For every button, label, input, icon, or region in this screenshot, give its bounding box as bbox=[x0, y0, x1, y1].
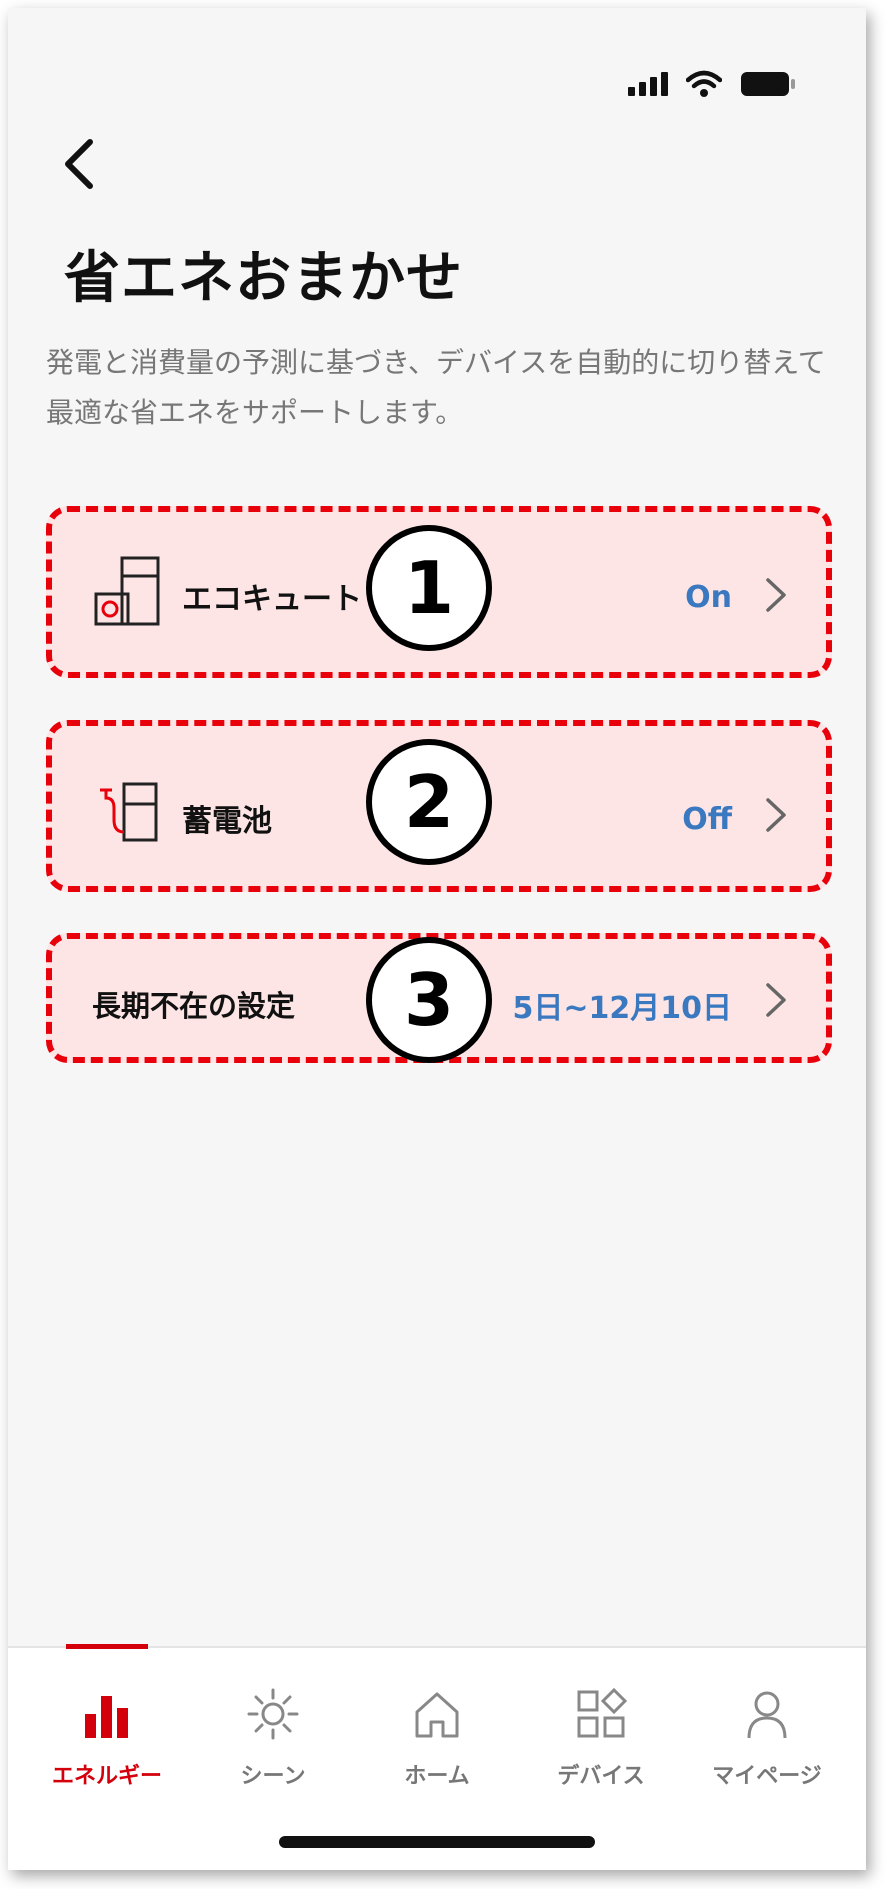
devices-grid-icon bbox=[577, 1687, 628, 1738]
tab-label: マイページ bbox=[712, 1764, 822, 1789]
back-chevron-icon[interactable] bbox=[60, 136, 100, 192]
status-bar bbox=[628, 70, 796, 98]
tab-label: デバイス bbox=[557, 1764, 645, 1789]
wifi-icon bbox=[686, 70, 722, 97]
eco-cute-status: On bbox=[685, 580, 732, 615]
eco-cute-label: エコキュート bbox=[182, 582, 362, 617]
annotation-badge-1: 1 bbox=[366, 525, 492, 651]
storage-battery-label: 蓄電池 bbox=[182, 804, 272, 839]
sun-icon bbox=[247, 1688, 299, 1740]
annotation-badge-2: 2 bbox=[366, 739, 492, 865]
battery-icon bbox=[741, 72, 795, 96]
home-indicator-bar[interactable] bbox=[279, 1836, 595, 1848]
tab-label: ホーム bbox=[404, 1764, 470, 1789]
cellular-signal-icon bbox=[628, 72, 668, 96]
chevron-right-icon bbox=[766, 798, 786, 832]
storage-battery-status: Off bbox=[682, 802, 732, 837]
tab-energy[interactable]: エネルギー bbox=[32, 1686, 182, 1806]
annotation-badge-3: 3 bbox=[366, 937, 492, 1063]
tab-label: シーン bbox=[240, 1764, 306, 1789]
chevron-right-icon bbox=[766, 578, 786, 612]
page-description: 発電と消費量の予測に基づき、デバイスを自動的に切り替えて最適な省エネをサポートし… bbox=[46, 346, 826, 429]
bottom-tab-bar: エネルギー シーン ホーム デバイス マイページ bbox=[8, 1644, 866, 1870]
tab-devices[interactable]: デバイス bbox=[526, 1686, 676, 1806]
tab-scene[interactable]: シーン bbox=[198, 1686, 348, 1806]
active-tab-indicator bbox=[66, 1644, 148, 1649]
person-icon bbox=[747, 1691, 787, 1739]
long-absence-label: 長期不在の設定 bbox=[92, 989, 296, 1023]
long-absence-period: 5日~12月10日 bbox=[512, 991, 732, 1026]
tab-my-page[interactable]: マイページ bbox=[692, 1686, 842, 1806]
tab-label: エネルギー bbox=[51, 1764, 162, 1789]
page-title: 省エネおまかせ bbox=[64, 246, 463, 311]
chevron-right-icon bbox=[766, 983, 786, 1017]
bar-chart-icon bbox=[85, 1696, 128, 1738]
water-heater-icon bbox=[94, 556, 160, 626]
storage-battery-icon bbox=[100, 782, 158, 842]
phone-screen: 省エネおまかせ 発電と消費量の予測に基づき、デバイスを自動的に切り替えて最適な省… bbox=[8, 8, 866, 1870]
home-icon bbox=[415, 1692, 459, 1738]
tab-home[interactable]: ホーム bbox=[362, 1686, 512, 1806]
